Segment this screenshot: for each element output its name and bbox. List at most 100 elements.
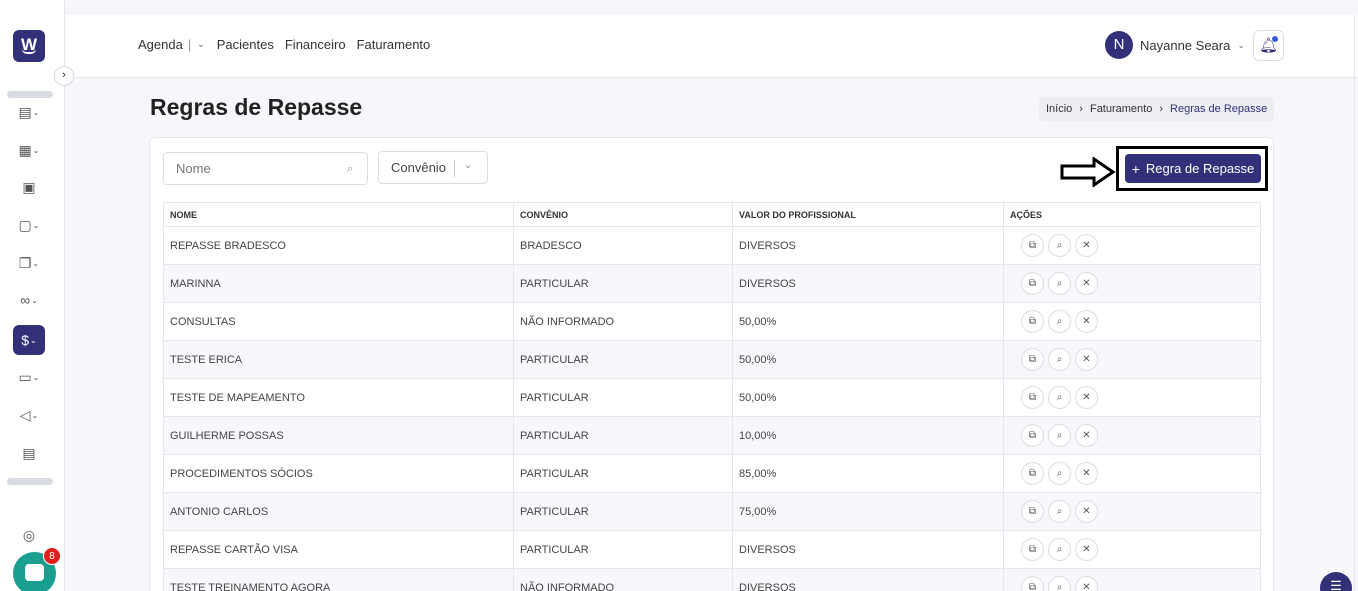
sidebar-item-documents[interactable]: ❐ ⌄ <box>13 248 45 278</box>
cell-valor: 50,00% <box>732 378 1004 417</box>
column-header-nome[interactable]: NOME <box>163 202 514 227</box>
cell-nome: ANTONIO CARLOS <box>163 492 514 531</box>
view-icon[interactable]: ⌕ <box>1048 500 1071 523</box>
view-icon[interactable]: ⌕ <box>1048 386 1071 409</box>
add-rule-button[interactable]: + Regra de Repasse <box>1125 154 1261 183</box>
chevron-down-icon: ⌄ <box>32 220 40 230</box>
breadcrumb: Início › Faturamento › Regras de Repasse <box>1039 97 1275 121</box>
chevron-down-icon: ⌄ <box>31 410 39 420</box>
copy-icon[interactable]: ⧉ <box>1021 576 1044 591</box>
view-icon[interactable]: ⌕ <box>1048 538 1071 561</box>
table-row[interactable]: TESTE DE MAPEAMENTO PARTICULAR 50,00% ⧉ ⌕ ✕ <box>163 378 1261 417</box>
list-icon: ▤ <box>18 103 32 120</box>
cell-nome: TESTE TREINAMENTO AGORA <box>163 568 514 591</box>
copy-icon[interactable]: ⧉ <box>1021 538 1044 561</box>
cell-acoes: ⧉ ⌕ ✕ <box>1003 568 1261 591</box>
view-icon[interactable]: ⌕ <box>1048 272 1071 295</box>
copy-icon[interactable]: ⧉ <box>1021 386 1044 409</box>
chat-notification-badge: 8 <box>43 547 61 565</box>
cell-convenio: PARTICULAR <box>513 378 733 417</box>
documents-icon: ❐ <box>18 254 32 271</box>
sidebar-item-briefcase[interactable]: ▢ ⌄ <box>13 210 45 240</box>
view-icon[interactable]: ⌕ <box>1048 424 1071 447</box>
cell-acoes: ⧉ ⌕ ✕ <box>1003 378 1261 417</box>
breadcrumb-faturamento[interactable]: Faturamento <box>1090 103 1152 115</box>
table-row[interactable]: ANTONIO CARLOS PARTICULAR 75,00% ⧉ ⌕ ✕ <box>163 492 1261 531</box>
cell-nome: MARINNA <box>163 264 514 303</box>
notifications-button[interactable]: 🔔︎ <box>1253 30 1284 61</box>
add-rule-button-label: Regra de Repasse <box>1145 161 1255 176</box>
name-search-input[interactable] <box>163 152 368 185</box>
view-icon[interactable]: ⌕ <box>1048 310 1071 333</box>
nav-agenda[interactable]: Agenda <box>138 37 183 52</box>
view-icon[interactable]: ⌕ <box>1048 348 1071 371</box>
delete-icon[interactable]: ✕ <box>1075 386 1098 409</box>
delete-icon[interactable]: ✕ <box>1075 234 1098 257</box>
convenio-select[interactable]: Convênio ⌄ <box>378 151 488 184</box>
view-icon[interactable]: ⌕ <box>1048 462 1071 485</box>
chevron-down-icon[interactable]: ⌄ <box>197 39 205 50</box>
table-row[interactable]: CONSULTAS NÃO INFORMADO 50,00% ⧉ ⌕ ✕ <box>163 302 1261 341</box>
column-header-convenio[interactable]: CONVÊNIO <box>513 202 733 227</box>
page-edge <box>1354 15 1358 591</box>
sidebar-item-list[interactable]: ▤ ⌄ <box>13 97 45 127</box>
chevron-right-icon: › <box>1159 103 1164 115</box>
delete-icon[interactable]: ✕ <box>1075 310 1098 333</box>
breadcrumb-home[interactable]: Início <box>1046 103 1072 115</box>
table-row[interactable]: PROCEDIMENTOS SÓCIOS PARTICULAR 85,00% ⧉ ⌕ ✕ <box>163 454 1261 493</box>
copy-icon[interactable]: ⧉ <box>1021 500 1044 523</box>
delete-icon[interactable]: ✕ <box>1075 348 1098 371</box>
app-logo[interactable]: W <box>13 30 45 62</box>
table-row[interactable]: GUILHERME POSSAS PARTICULAR 10,00% ⧉ ⌕ ✕ <box>163 416 1261 455</box>
delete-icon[interactable]: ✕ <box>1075 272 1098 295</box>
sidebar-item-calendar[interactable]: ▦ ⌄ <box>13 135 45 165</box>
megaphone-icon: ◁ <box>19 406 31 423</box>
delete-icon[interactable]: ✕ <box>1075 538 1098 561</box>
chevron-right-icon: › <box>62 69 66 81</box>
delete-icon[interactable]: ✕ <box>1075 576 1098 591</box>
cell-convenio: PARTICULAR <box>513 416 733 455</box>
cell-convenio: BRADESCO <box>513 226 733 265</box>
table-row[interactable]: REPASSE BRADESCO BRADESCO DIVERSOS ⧉ ⌕ ✕ <box>163 226 1261 265</box>
convenio-select-label: Convênio <box>391 160 446 175</box>
delete-icon[interactable]: ✕ <box>1075 424 1098 447</box>
view-icon[interactable]: ⌕ <box>1048 576 1071 591</box>
copy-icon[interactable]: ⧉ <box>1021 310 1044 333</box>
table-row[interactable]: TESTE ERICA PARTICULAR 50,00% ⧉ ⌕ ✕ <box>163 340 1261 379</box>
chevron-right-icon: › <box>1079 103 1083 115</box>
nav-pacientes[interactable]: Pacientes <box>217 37 274 52</box>
table-row[interactable]: MARINNA PARTICULAR DIVERSOS ⧉ ⌕ ✕ <box>163 264 1261 303</box>
sidebar-collapse-button[interactable]: › <box>54 66 74 86</box>
copy-icon[interactable]: ⧉ <box>1021 234 1044 257</box>
copy-icon[interactable]: ⧉ <box>1021 348 1044 371</box>
nav-financeiro[interactable]: Financeiro <box>285 37 346 52</box>
table-row[interactable]: REPASSE CARTÃO VISA PARTICULAR DIVERSOS ⧉ ⌕ ✕ <box>163 530 1261 569</box>
sidebar-item-patient[interactable]: ▣ <box>13 172 45 202</box>
briefcase-icon: ▢ <box>18 216 32 233</box>
delete-icon[interactable]: ✕ <box>1075 462 1098 485</box>
user-name: Nayanne Seara <box>1140 37 1231 53</box>
sidebar-item-monitor[interactable]: ▭ ⌄ <box>13 362 45 392</box>
sidebar-item-support[interactable]: ◎ <box>13 520 45 550</box>
cell-valor: 50,00% <box>732 302 1004 341</box>
support-icon: ◎ <box>22 526 36 543</box>
column-header-valor[interactable]: VALOR DO PROFISSIONAL <box>732 202 1004 227</box>
calendar-icon: ▦ <box>18 141 32 158</box>
copy-icon[interactable]: ⧉ <box>1021 462 1044 485</box>
sidebar-item-megaphone[interactable]: ◁ ⌄ <box>13 400 45 430</box>
cell-convenio: PARTICULAR <box>513 340 733 379</box>
cell-valor: 75,00% <box>732 492 1004 531</box>
table-row[interactable]: TESTE TREINAMENTO AGORA NÃO INFORMADO DIVE… <box>163 568 1261 591</box>
copy-icon[interactable]: ⧉ <box>1021 424 1044 447</box>
nav-faturamento[interactable]: Faturamento <box>357 37 431 52</box>
delete-icon[interactable]: ✕ <box>1075 500 1098 523</box>
cell-valor: 10,00% <box>732 416 1004 455</box>
help-chat-button[interactable]: ☰ <box>1320 572 1352 591</box>
copy-icon[interactable]: ⧉ <box>1021 272 1044 295</box>
user-menu[interactable]: N Nayanne Seara ⌄ <box>1105 31 1245 59</box>
sidebar-item-report[interactable]: ▤ <box>13 438 45 468</box>
sidebar-scroll-bottom[interactable] <box>7 478 53 485</box>
sidebar-item-handshake[interactable]: ∞ ⌄ <box>13 285 45 315</box>
sidebar-item-billing[interactable]: $ ⌄ <box>13 325 45 355</box>
view-icon[interactable]: ⌕ <box>1048 234 1071 257</box>
